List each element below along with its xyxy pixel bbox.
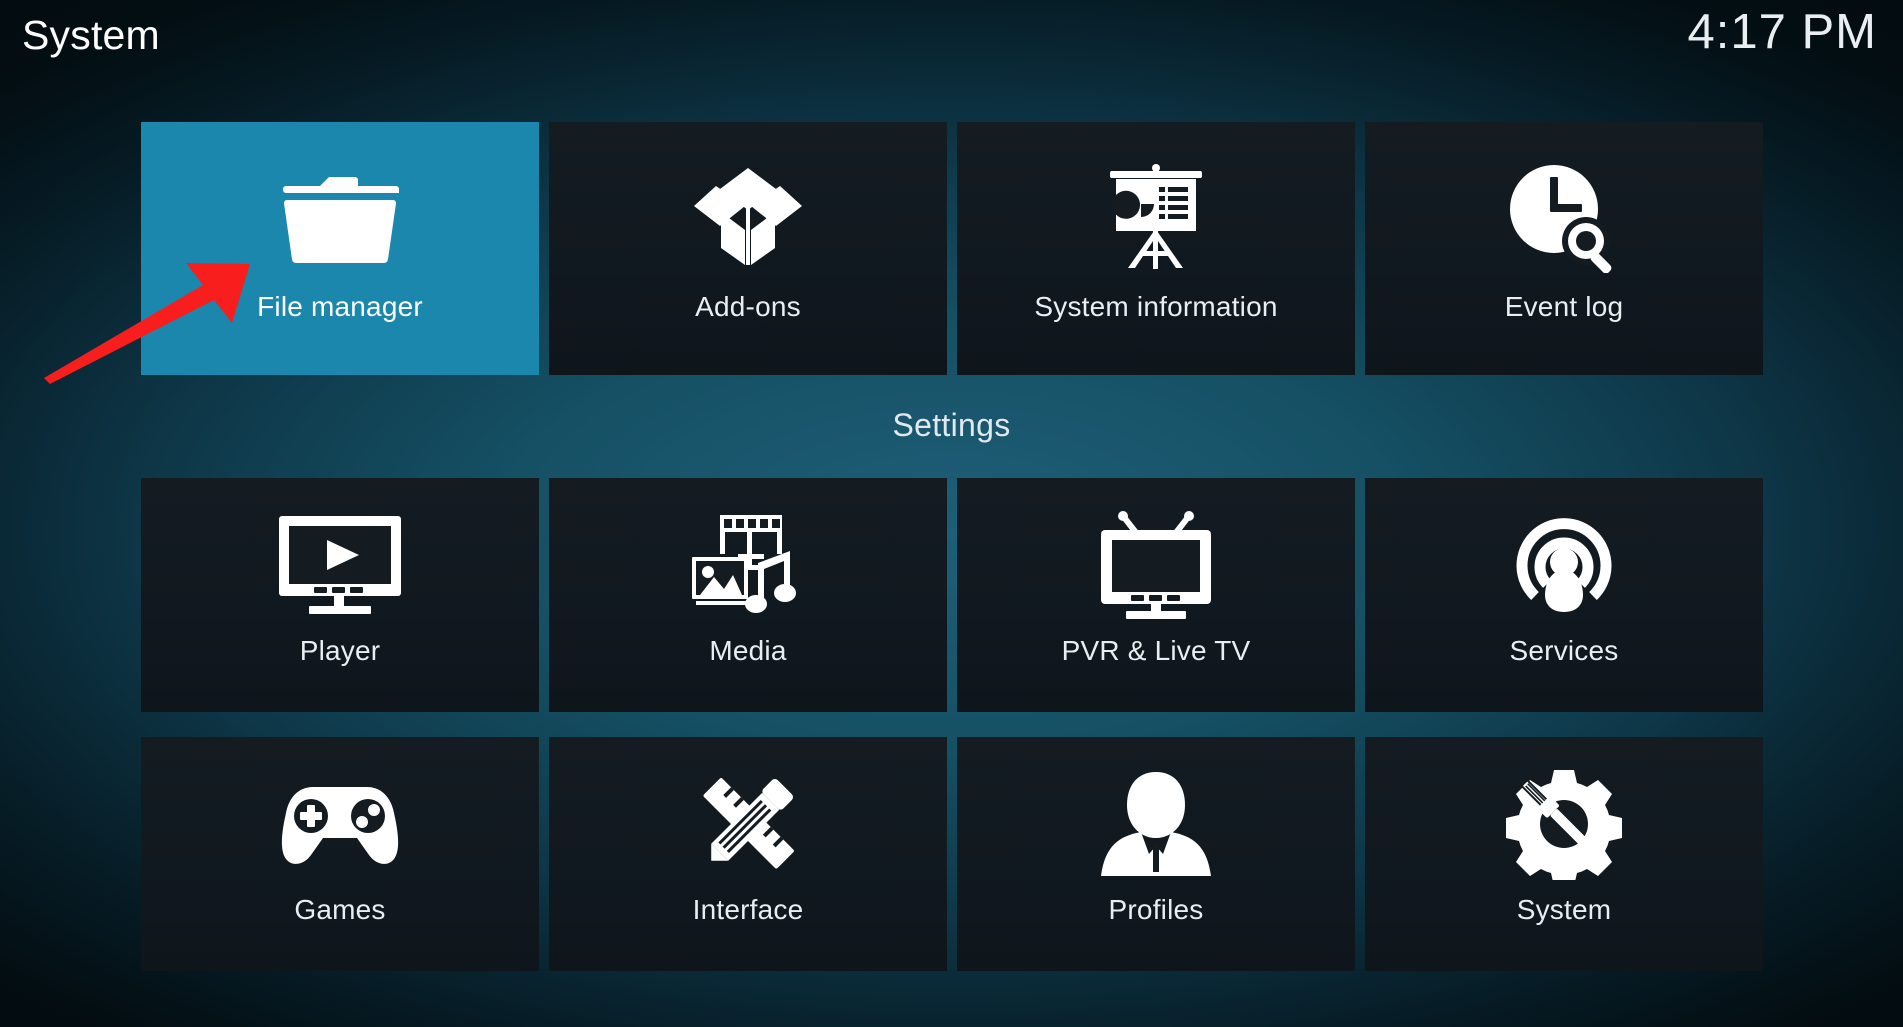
clock-search-icon (1494, 156, 1634, 280)
open-box-icon (678, 156, 818, 280)
tv-play-icon (270, 506, 410, 624)
tile-games[interactable]: Games (141, 737, 539, 971)
tile-file-manager[interactable]: File manager (141, 122, 539, 375)
tile-label: Services (1509, 635, 1619, 666)
tile-system[interactable]: System (1365, 737, 1763, 971)
tv-antenna-icon (1086, 506, 1226, 624)
top-tile-row: File manager Add-ons System information … (141, 122, 1763, 375)
person-silhouette-icon (1086, 765, 1226, 883)
tile-label: System (1516, 894, 1612, 925)
tile-label: Media (709, 635, 787, 666)
tile-label: Interface (692, 894, 804, 925)
tile-label: System information (1034, 291, 1278, 322)
top-bar: System 4:17 PM (0, 0, 1903, 92)
tile-interface[interactable]: Interface (549, 737, 947, 971)
kodi-system-screen: System 4:17 PM File manager Add-ons Syst… (0, 0, 1903, 1027)
media-mix-icon (678, 506, 818, 624)
settings-tile-row-2: Games Interface Profiles System (141, 737, 1763, 971)
tile-label: Profiles (1108, 894, 1204, 925)
tile-system-information[interactable]: System information (957, 122, 1355, 375)
gear-screwdriver-icon (1494, 765, 1634, 883)
tile-media[interactable]: Media (549, 478, 947, 712)
tile-pvr-live-tv[interactable]: PVR & Live TV (957, 478, 1355, 712)
folder-icon (270, 156, 410, 280)
page-title: System (22, 12, 160, 58)
tile-label: Games (294, 894, 386, 925)
pencil-ruler-icon (678, 765, 818, 883)
tile-label: File manager (257, 291, 423, 322)
tile-label: Event log (1504, 291, 1624, 322)
tile-label: Add-ons (695, 291, 801, 322)
clock: 4:17 PM (1687, 5, 1877, 59)
tile-services[interactable]: Services (1365, 478, 1763, 712)
settings-tile-row-1: Player Media PVR & Live TV Services (141, 478, 1763, 712)
tile-label: PVR & Live TV (1061, 635, 1251, 666)
broadcast-icon (1494, 506, 1634, 624)
tile-event-log[interactable]: Event log (1365, 122, 1763, 375)
tile-profiles[interactable]: Profiles (957, 737, 1355, 971)
tile-label: Player (299, 635, 381, 666)
tile-player[interactable]: Player (141, 478, 539, 712)
settings-section-label: Settings (892, 407, 1011, 443)
presentation-board-icon (1086, 156, 1226, 280)
gamepad-icon (270, 765, 410, 883)
tile-add-ons[interactable]: Add-ons (549, 122, 947, 375)
